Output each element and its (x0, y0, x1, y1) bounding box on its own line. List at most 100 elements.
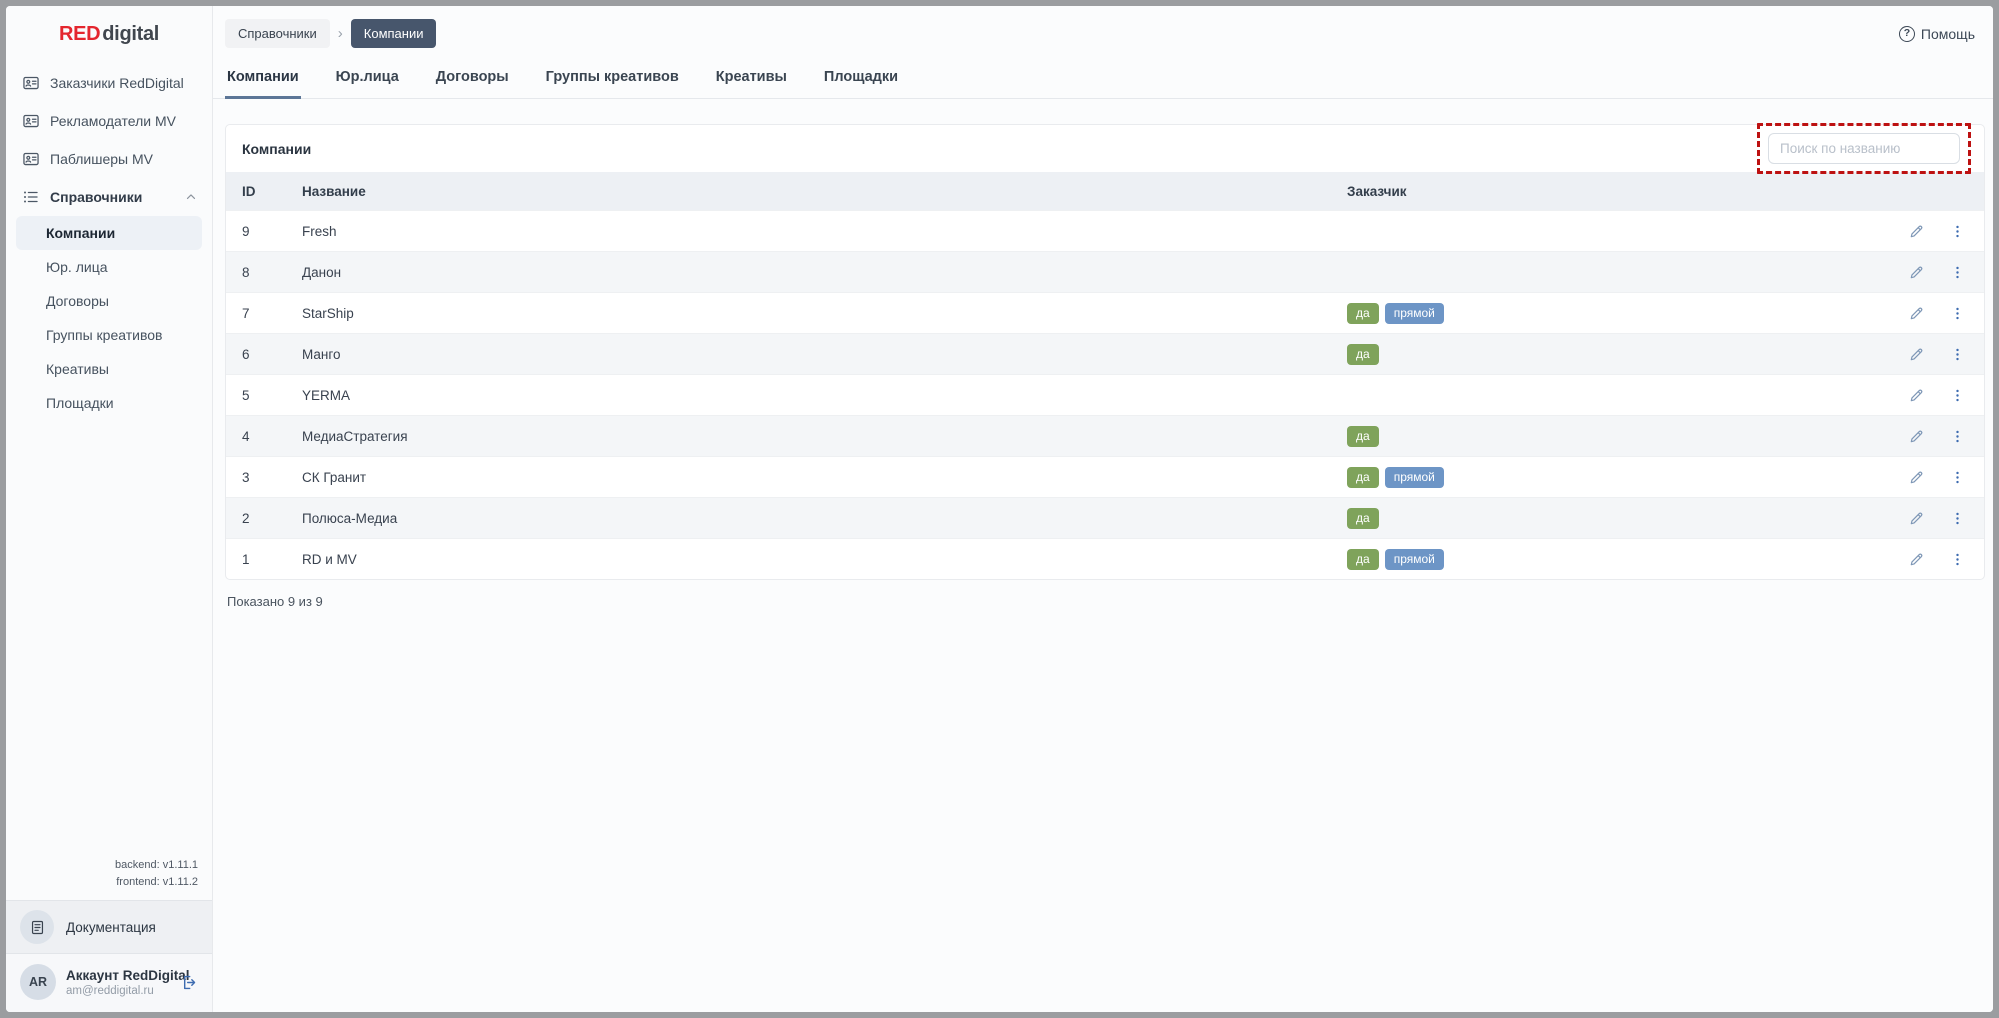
badge-yes: да (1347, 549, 1379, 570)
search-input[interactable] (1768, 133, 1960, 164)
row-menu-button[interactable] (1949, 223, 1966, 240)
logo-rest-text: digital (102, 23, 159, 45)
tab-gruppy-kreativov[interactable]: Группы креативов (544, 59, 681, 99)
kebab-icon (1949, 510, 1966, 527)
kebab-icon (1949, 346, 1966, 363)
sidebar-subitem-gruppy-kreativov[interactable]: Группы креативов (6, 318, 212, 352)
account-name: Аккаунт RedDigital (66, 968, 169, 983)
pencil-icon (1908, 428, 1925, 445)
version-info: backend: v1.11.1 frontend: v1.11.2 (6, 857, 212, 900)
pencil-icon (1908, 510, 1925, 527)
row-actions (1892, 504, 1984, 533)
edit-button[interactable] (1908, 469, 1925, 486)
help-label: Помощь (1921, 26, 1975, 42)
column-header-actions (1892, 185, 1984, 197)
edit-button[interactable] (1908, 551, 1925, 568)
sidebar-item-pablishery-mv[interactable]: Паблишеры MV (6, 140, 212, 178)
table-row[interactable]: 4 МедиаСтратегия да (226, 415, 1984, 456)
badge-yes: да (1347, 508, 1379, 529)
row-actions (1892, 422, 1984, 451)
kebab-icon (1949, 264, 1966, 281)
customer-cell: да (1347, 420, 1892, 453)
badge-yes: да (1347, 467, 1379, 488)
pencil-icon (1908, 305, 1925, 322)
tab-ploshchadki[interactable]: Площадки (822, 59, 900, 99)
sidebar-subitem-kompanii[interactable]: Компании (16, 216, 202, 250)
sidebar-item-zakazchiki-reddigital[interactable]: Заказчики RedDigital (6, 64, 212, 102)
account-email: am@reddigital.ru (66, 985, 169, 997)
row-menu-button[interactable] (1949, 387, 1966, 404)
edit-button[interactable] (1908, 346, 1925, 363)
customer-cell: да (1347, 338, 1892, 371)
customer-cell (1347, 266, 1892, 278)
kebab-icon (1949, 428, 1966, 445)
edit-button[interactable] (1908, 305, 1925, 322)
sidebar-subitem-yur-litsa[interactable]: Юр. лица (6, 250, 212, 284)
list-icon (22, 188, 40, 206)
sidebar-item-label: Справочники (50, 189, 142, 205)
tab-yur-litsa[interactable]: Юр.лица (334, 59, 401, 99)
breadcrumb-item-kompanii: Компании (351, 19, 437, 48)
badge-yes: да (1347, 303, 1379, 324)
row-actions (1892, 299, 1984, 328)
table-row[interactable]: 5 YERMA (226, 374, 1984, 415)
help-link[interactable]: ? Помощь (1899, 26, 1975, 42)
edit-button[interactable] (1908, 510, 1925, 527)
edit-button[interactable] (1908, 428, 1925, 445)
edit-button[interactable] (1908, 264, 1925, 281)
table-row[interactable]: 2 Полюса-Медиа да (226, 497, 1984, 538)
account-section[interactable]: AR Аккаунт RedDigital am@reddigital.ru (6, 953, 212, 1012)
content-area: Компании IDНазваниеЗаказчик 9 Fresh (213, 99, 1993, 1012)
row-menu-button[interactable] (1949, 510, 1966, 527)
sidebar-item-reklamodateli-mv[interactable]: Рекламодатели MV (6, 102, 212, 140)
company-id-cell: 1 (226, 546, 302, 573)
sidebar-subitem-dogovory[interactable]: Договоры (6, 284, 212, 318)
table-row[interactable]: 3 СК Гранит дапрямой (226, 456, 1984, 497)
edit-button[interactable] (1908, 387, 1925, 404)
sidebar-item-documentation[interactable]: Документация (6, 900, 212, 953)
sidebar-subitem-kreativy[interactable]: Креативы (6, 352, 212, 386)
panel-header: Компании (226, 125, 1984, 172)
badge-direct: прямой (1385, 549, 1444, 570)
edit-button[interactable] (1908, 223, 1925, 240)
tab-kreativy[interactable]: Креативы (714, 59, 789, 99)
sidebar-item-spravochniki[interactable]: Справочники (6, 178, 212, 216)
company-id-cell: 2 (226, 505, 302, 532)
row-menu-button[interactable] (1949, 305, 1966, 322)
kebab-icon (1949, 223, 1966, 240)
pencil-icon (1908, 264, 1925, 281)
row-menu-button[interactable] (1949, 428, 1966, 445)
row-menu-button[interactable] (1949, 469, 1966, 486)
table-row[interactable]: 1 RD и MV дапрямой (226, 538, 1984, 579)
customer-cell: да прямой (1347, 543, 1892, 576)
chevron-up-icon (184, 190, 198, 204)
tabs-bar: Компании Юр.лица Договоры Группы креативов К… (213, 59, 1993, 99)
kebab-icon (1949, 305, 1966, 322)
tab-kompanii[interactable]: Компании (225, 59, 301, 99)
sidebar-nav: Заказчики RedDigital Рекламодатели MVПабл… (6, 64, 212, 216)
sidebar: REDdigital Заказчики RedDigital Рекламода… (6, 6, 213, 1012)
logout-icon[interactable] (179, 973, 198, 992)
sidebar-item-label: Заказчики RedDigital (50, 75, 184, 91)
row-menu-button[interactable] (1949, 264, 1966, 281)
row-menu-button[interactable] (1949, 551, 1966, 568)
tab-dogovory[interactable]: Договоры (434, 59, 511, 99)
company-name-cell: YERMA (302, 382, 1347, 409)
id-card-icon (22, 150, 40, 168)
row-actions (1892, 381, 1984, 410)
row-actions (1892, 340, 1984, 369)
sidebar-subitem-ploshchadki[interactable]: Площадки (6, 386, 212, 420)
breadcrumb-item-spravochniki[interactable]: Справочники (225, 19, 330, 48)
kebab-icon (1949, 387, 1966, 404)
table-row[interactable]: 6 Манго да (226, 333, 1984, 374)
table-row[interactable]: 7 StarShip дапрямой (226, 292, 1984, 333)
app-logo[interactable]: REDdigital (6, 6, 212, 64)
documentation-label: Документация (66, 920, 156, 935)
table-row[interactable]: 8 Данон (226, 251, 1984, 292)
row-menu-button[interactable] (1949, 346, 1966, 363)
column-header: Заказчик (1347, 178, 1892, 205)
customer-cell (1347, 389, 1892, 401)
chevron-right-icon: › (338, 25, 343, 42)
table-row[interactable]: 9 Fresh (226, 210, 1984, 251)
question-circle-icon: ? (1899, 26, 1915, 42)
